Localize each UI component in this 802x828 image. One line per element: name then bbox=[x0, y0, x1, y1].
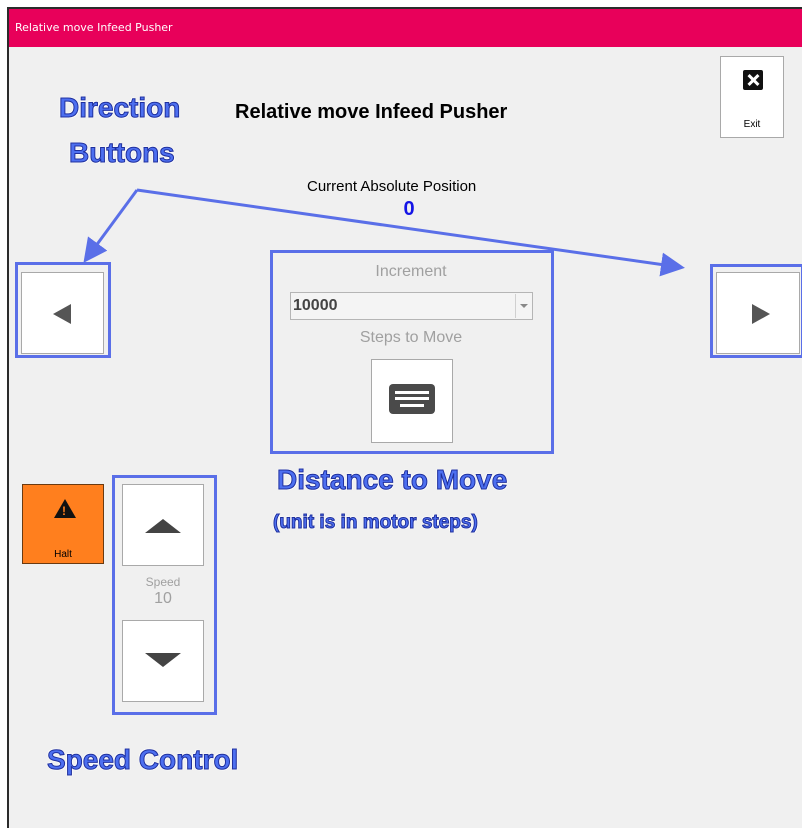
annotation-arrow-right bbox=[136, 188, 685, 277]
annotation-arrows bbox=[83, 188, 685, 277]
app-window: Relative move Infeed Pusher Relative mov… bbox=[7, 7, 802, 828]
annotation-direction-line1: Direction bbox=[58, 92, 181, 124]
annotation-speed-title: Speed Control bbox=[46, 744, 239, 776]
annotation-distance-sub: (unit is in motor steps) bbox=[273, 512, 479, 534]
annotation-distance-title: Distance to Move bbox=[276, 464, 508, 496]
annotation-arrow-left bbox=[83, 189, 139, 263]
annotation-direction-line2: Buttons bbox=[69, 137, 176, 169]
